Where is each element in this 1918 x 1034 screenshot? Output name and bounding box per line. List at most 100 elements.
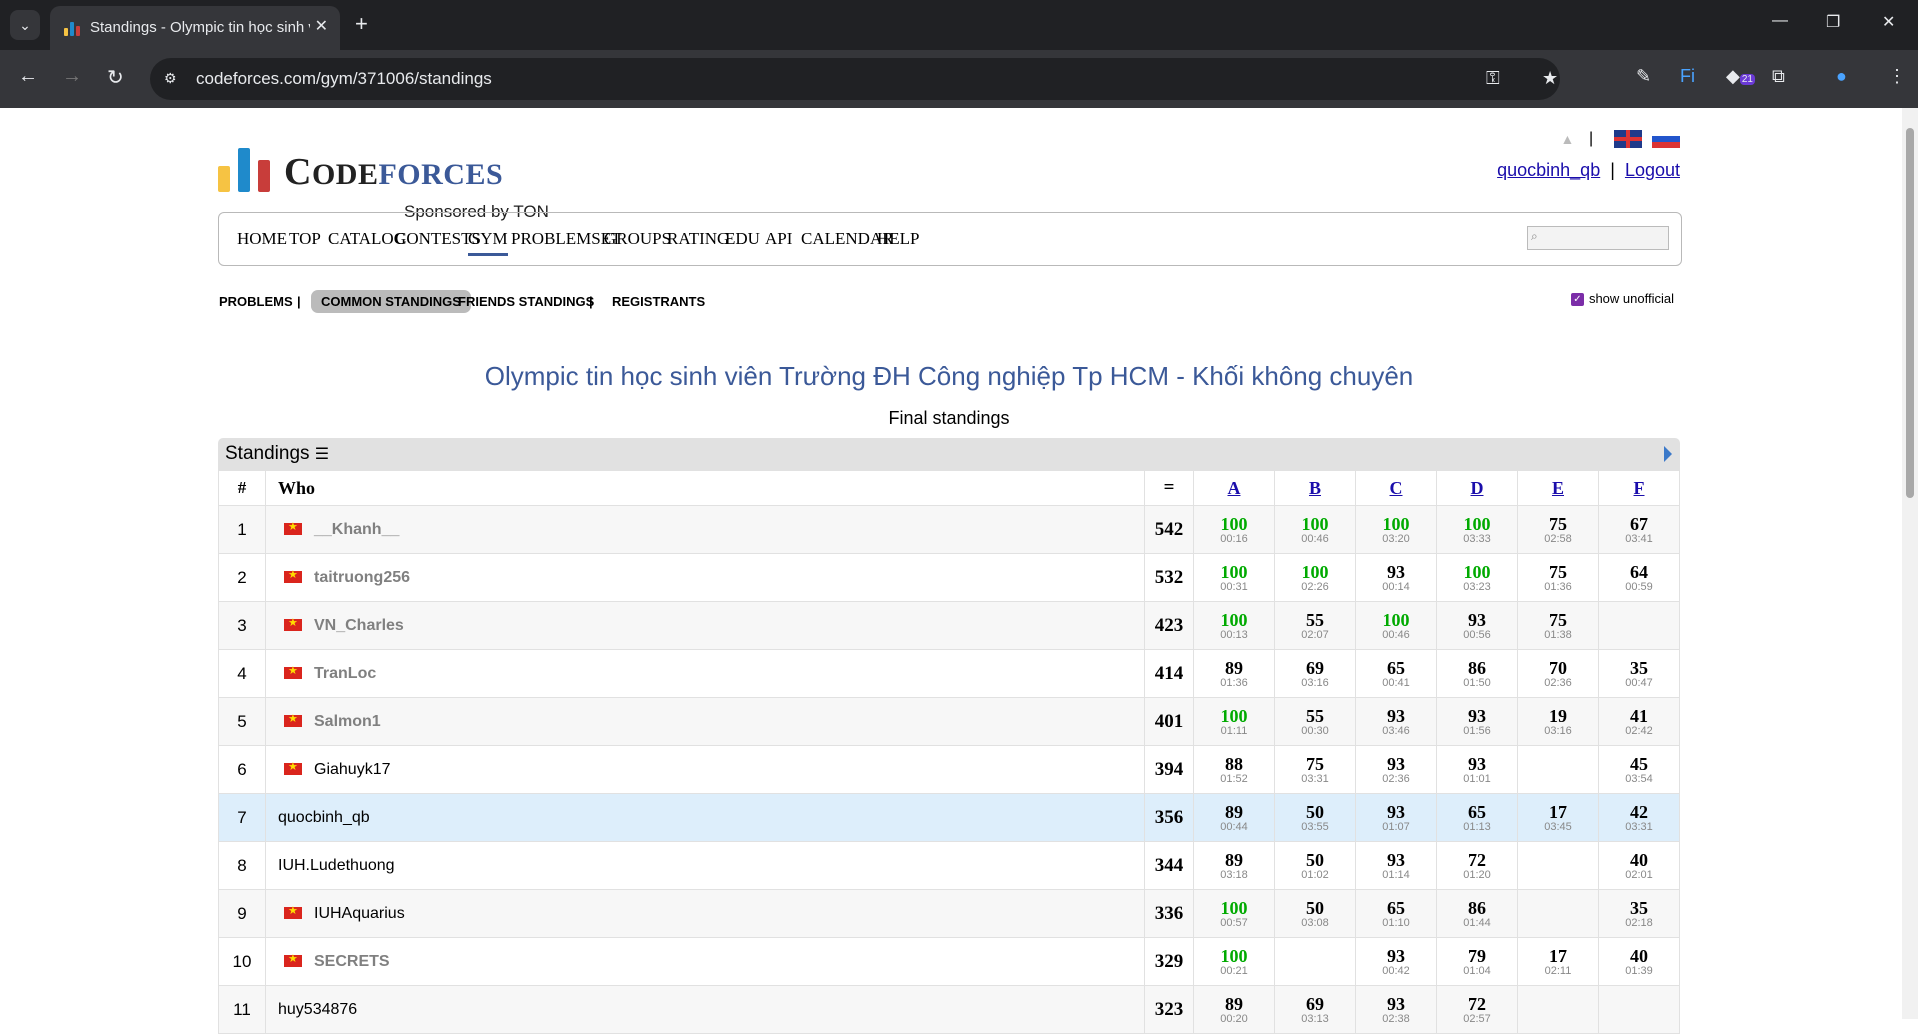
participant-handle[interactable]: SECRETS (314, 953, 390, 970)
problem-b-link[interactable]: B (1309, 478, 1321, 498)
problem-cell[interactable]: 35 00:47 (1598, 649, 1680, 698)
problem-cell[interactable]: 17 03:45 (1517, 793, 1599, 842)
problem-cell[interactable]: 75 01:38 (1517, 601, 1599, 650)
profile-avatar[interactable]: ● (1836, 66, 1847, 87)
forward-button[interactable]: → (62, 65, 82, 88)
problem-cell[interactable]: 100 00:13 (1193, 601, 1275, 650)
submenu-friends-standings[interactable]: FRIENDS STANDINGS (458, 294, 594, 309)
problem-cell[interactable]: 75 01:36 (1517, 553, 1599, 602)
page-scrollbar[interactable] (1902, 108, 1918, 1019)
participant-handle[interactable]: Giahuyk17 (314, 761, 391, 778)
problem-cell[interactable]: 75 03:31 (1274, 745, 1356, 794)
problem-cell[interactable]: 100 00:46 (1274, 505, 1356, 554)
problem-cell[interactable] (1274, 937, 1356, 986)
problem-cell[interactable]: 72 01:20 (1436, 841, 1518, 890)
problem-cell[interactable]: 86 01:44 (1436, 889, 1518, 938)
extension-badge-icon[interactable]: ◆ 21 (1726, 66, 1755, 87)
problem-cell[interactable]: 55 02:07 (1274, 601, 1356, 650)
problem-cell[interactable]: 79 01:04 (1436, 937, 1518, 986)
menu-edu[interactable]: EDU (725, 229, 760, 249)
eyedropper-icon[interactable]: ✎ (1636, 66, 1651, 87)
problem-cell[interactable]: 41 02:42 (1598, 697, 1680, 746)
password-key-icon[interactable]: ⚿ (1486, 68, 1500, 89)
menu-rating[interactable]: RATING (667, 229, 729, 249)
extensions-puzzle-icon[interactable]: ⧉ (1772, 66, 1785, 87)
problem-cell[interactable]: 89 00:20 (1193, 985, 1275, 1034)
menu-help[interactable]: HELP (877, 229, 920, 249)
submenu-registrants[interactable]: REGISTRANTS (612, 294, 705, 309)
problem-cell[interactable] (1517, 889, 1599, 938)
tab-close-icon[interactable]: ✕ (315, 16, 328, 36)
problem-cell[interactable]: 100 00:46 (1355, 601, 1437, 650)
menu-top[interactable]: TOP (289, 229, 321, 249)
submenu-problems[interactable]: PROBLEMS (219, 294, 293, 309)
problem-cell[interactable] (1598, 601, 1680, 650)
minimize-button[interactable]: — (1772, 12, 1788, 30)
problem-cell[interactable]: 50 01:02 (1274, 841, 1356, 890)
new-tab-button[interactable]: + (355, 11, 368, 37)
show-unofficial-toggle[interactable]: ✓ show unofficial (1570, 291, 1674, 307)
reload-button[interactable]: ↻ (107, 65, 124, 90)
participant-handle[interactable]: TranLoc (314, 665, 376, 682)
problem-cell[interactable]: 100 00:57 (1193, 889, 1275, 938)
problem-cell[interactable]: 93 01:07 (1355, 793, 1437, 842)
problem-cell[interactable]: 50 03:55 (1274, 793, 1356, 842)
problem-cell[interactable]: 75 02:58 (1517, 505, 1599, 554)
problem-cell[interactable]: 35 02:18 (1598, 889, 1680, 938)
english-flag-icon[interactable] (1613, 130, 1642, 148)
problem-cell[interactable]: 17 02:11 (1517, 937, 1599, 986)
problem-cell[interactable]: 93 02:38 (1355, 985, 1437, 1034)
problem-cell[interactable]: 69 03:13 (1274, 985, 1356, 1034)
problem-cell[interactable]: 100 00:16 (1193, 505, 1275, 554)
problem-cell[interactable]: 88 01:52 (1193, 745, 1275, 794)
participant-handle[interactable]: VN_Charles (314, 617, 404, 634)
problem-cell[interactable]: 93 00:14 (1355, 553, 1437, 602)
profile-link[interactable]: quocbinh_qb (1497, 160, 1600, 180)
problem-cell[interactable] (1517, 745, 1599, 794)
problem-cell[interactable]: 19 03:16 (1517, 697, 1599, 746)
star-bookmark-icon[interactable]: ★ (1542, 68, 1558, 89)
problem-cell[interactable]: 65 01:13 (1436, 793, 1518, 842)
problem-c-link[interactable]: C (1390, 478, 1403, 498)
participant-handle[interactable]: IUH.Ludethuong (278, 857, 395, 874)
problem-f-link[interactable]: F (1634, 478, 1645, 498)
next-page-arrow-icon[interactable] (1664, 446, 1672, 462)
participant-handle[interactable]: IUHAquarius (314, 905, 405, 922)
problem-cell[interactable]: 93 01:14 (1355, 841, 1437, 890)
problem-cell[interactable]: 40 01:39 (1598, 937, 1680, 986)
site-info-icon[interactable]: ⚙ (164, 70, 177, 87)
menu-gym[interactable]: GYM (468, 229, 508, 256)
problem-cell[interactable]: 100 02:26 (1274, 553, 1356, 602)
problem-cell[interactable]: 72 02:57 (1436, 985, 1518, 1034)
problem-cell[interactable]: 40 02:01 (1598, 841, 1680, 890)
problem-cell[interactable]: 69 03:16 (1274, 649, 1356, 698)
problem-d-link[interactable]: D (1471, 478, 1484, 498)
back-button[interactable]: ← (18, 65, 38, 88)
checkbox-checked-icon[interactable]: ✓ (1570, 293, 1584, 307)
russian-flag-icon[interactable] (1652, 130, 1680, 148)
problem-cell[interactable]: 100 01:11 (1193, 697, 1275, 746)
tab-search-button[interactable]: ⌄ (10, 10, 40, 40)
problem-a-link[interactable]: A (1228, 478, 1241, 498)
restore-button[interactable]: ❐ (1826, 12, 1840, 32)
participant-handle[interactable]: huy534876 (278, 1001, 357, 1018)
problem-cell[interactable]: 93 00:42 (1355, 937, 1437, 986)
problem-cell[interactable]: 100 00:31 (1193, 553, 1275, 602)
problem-cell[interactable]: 93 01:01 (1436, 745, 1518, 794)
problem-cell[interactable]: 67 03:41 (1598, 505, 1680, 554)
close-window-button[interactable]: ✕ (1882, 12, 1895, 32)
problem-cell[interactable]: 100 03:20 (1355, 505, 1437, 554)
participant-handle[interactable]: taitruong256 (314, 569, 410, 586)
problem-cell[interactable]: 100 00:21 (1193, 937, 1275, 986)
participant-handle[interactable]: quocbinh_qb (278, 809, 370, 826)
list-icon[interactable]: ☰ (315, 446, 329, 463)
search-input[interactable]: ⌕ (1527, 226, 1669, 250)
browser-menu-icon[interactable]: ⋮ (1888, 66, 1906, 87)
problem-cell[interactable]: 89 03:18 (1193, 841, 1275, 890)
participant-handle[interactable]: __Khanh__ (314, 521, 399, 538)
problem-cell[interactable]: 70 02:36 (1517, 649, 1599, 698)
problem-cell[interactable] (1517, 985, 1599, 1034)
problem-cell[interactable]: 100 03:33 (1436, 505, 1518, 554)
menu-groups[interactable]: GROUPS (604, 229, 671, 249)
scrollbar-thumb[interactable] (1906, 128, 1914, 498)
